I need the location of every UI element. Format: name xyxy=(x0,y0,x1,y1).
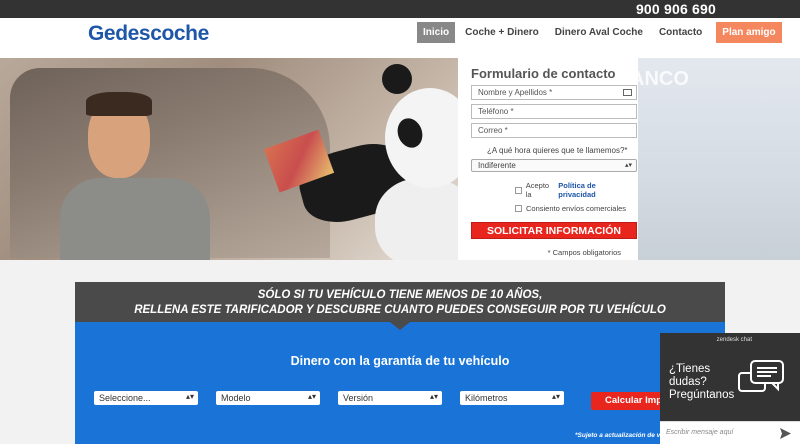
nav-inicio[interactable]: Inicio xyxy=(417,22,456,43)
chat-message-line2: dudas? xyxy=(669,376,707,388)
call-time-value: Indiferente xyxy=(478,161,516,170)
logo[interactable]: Gedescoche xyxy=(88,22,209,46)
heading-arrow xyxy=(390,322,410,330)
email-field[interactable]: Correo * xyxy=(471,123,637,138)
required-note: * Campos obligatorios xyxy=(547,248,621,257)
contact-form: Formulario de contacto Nombre y Apellido… xyxy=(458,58,638,268)
commercial-label: Consiento envíos comerciales xyxy=(526,204,627,213)
call-time-select[interactable]: Indiferente ▴▾ xyxy=(471,159,637,172)
header: Gedescoche Inicio Coche + Dinero Dinero … xyxy=(0,18,800,58)
commercial-row: Consiento envíos comerciales xyxy=(515,204,631,213)
man-hair xyxy=(86,92,152,116)
chevron-updown-icon: ▴▾ xyxy=(429,392,438,401)
call-time-question: ¿A qué hora quieres que te llamemos?* xyxy=(487,146,628,155)
chat-brand: zendesk chat xyxy=(716,337,752,343)
form-title: Formulario de contacto xyxy=(471,66,616,81)
brand-select-value: Seleccione... xyxy=(99,393,151,403)
tarificador-note: *Sujeto a actualización de va xyxy=(575,432,664,439)
nav-plan-amigo[interactable]: Plan amigo xyxy=(716,22,782,43)
privacy-link[interactable]: Política de privacidad xyxy=(558,181,631,199)
chevron-updown-icon: ▴▾ xyxy=(307,392,316,401)
brand-select[interactable]: Seleccione... ▴▾ xyxy=(94,391,198,405)
tarificador-panel: Dinero con la garantía de tu vehículo Se… xyxy=(75,322,731,444)
tarificador-heading-line1: SÓLO SI TU VEHÍCULO TIENE MENOS DE 10 AÑ… xyxy=(257,289,543,301)
top-bar: 900 906 690 xyxy=(0,0,800,18)
privacy-checkbox[interactable] xyxy=(515,186,522,194)
email-placeholder: Correo * xyxy=(478,126,508,135)
km-select-value: Kilómetros xyxy=(465,393,508,403)
hero-banner: ANCO xyxy=(0,58,800,260)
submit-button[interactable]: SOLICITAR INFORMACIÓN xyxy=(471,222,637,239)
chat-message-line1: ¿Tienes xyxy=(669,363,711,375)
chat-bubble-icon xyxy=(738,360,784,392)
name-field[interactable]: Nombre y Apellidos * xyxy=(471,85,637,100)
tarificador-heading: SÓLO SI TU VEHÍCULO TIENE MENOS DE 10 AÑ… xyxy=(75,282,725,322)
man-body xyxy=(60,178,210,260)
tarificador-title: Dinero con la garantía de tu vehículo xyxy=(290,354,510,368)
nav-coche-dinero[interactable]: Coche + Dinero xyxy=(459,22,545,43)
version-select-value: Versión xyxy=(343,393,374,403)
model-select[interactable]: Modelo ▴▾ xyxy=(216,391,320,405)
chat-message-line3: Pregúntanos xyxy=(669,389,735,401)
main-nav: Inicio Coche + Dinero Dinero Aval Coche … xyxy=(417,22,786,43)
send-icon[interactable] xyxy=(780,428,791,439)
chat-input-placeholder: Escribir mensaje aquí xyxy=(666,429,734,436)
version-select[interactable]: Versión ▴▾ xyxy=(338,391,442,405)
chat-message: ¿Tienes dudas? Pregúntanos xyxy=(669,363,734,402)
bank-sign: ANCO xyxy=(630,68,689,90)
chat-input[interactable]: Escribir mensaje aquí xyxy=(660,421,800,444)
phone-number[interactable]: 900 906 690 xyxy=(636,0,716,18)
phone-placeholder: Teléfono * xyxy=(478,107,514,116)
chevron-updown-icon: ▴▾ xyxy=(185,392,194,401)
chevron-updown-icon: ▴▾ xyxy=(624,162,632,169)
name-placeholder: Nombre y Apellidos * xyxy=(478,88,553,97)
tarificador-heading-line2: RELLENA ESTE TARIFICADOR Y DESCUBRE CUAN… xyxy=(134,304,666,316)
commercial-checkbox[interactable] xyxy=(515,205,522,212)
privacy-prefix: Acepto la xyxy=(525,181,550,199)
phone-field[interactable]: Teléfono * xyxy=(471,104,637,119)
model-select-value: Modelo xyxy=(221,393,251,403)
contact-card-icon xyxy=(623,89,632,96)
panda-ear xyxy=(382,64,412,94)
chevron-updown-icon: ▴▾ xyxy=(551,392,560,401)
section-gap xyxy=(0,260,800,282)
chat-widget[interactable]: zendesk chat ¿Tienes dudas? Pregúntanos … xyxy=(660,333,800,444)
km-select[interactable]: Kilómetros ▴▾ xyxy=(460,391,564,405)
nav-dinero-aval-coche[interactable]: Dinero Aval Coche xyxy=(549,22,649,43)
nav-contacto[interactable]: Contacto xyxy=(653,22,708,43)
privacy-row: Acepto la Política de privacidad xyxy=(515,181,631,199)
